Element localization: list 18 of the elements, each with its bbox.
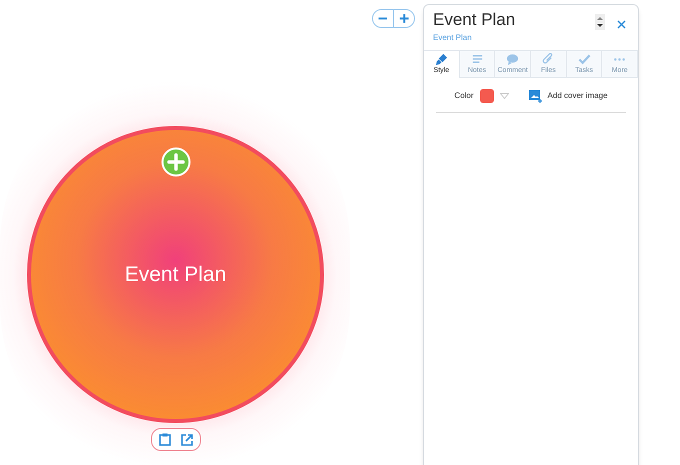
external-link-icon[interactable]: [181, 434, 193, 446]
speech-bubble-icon: [506, 53, 520, 66]
panel-title: Event Plan: [433, 9, 516, 31]
checkmark-icon: [578, 53, 591, 66]
sort-arrows-icon[interactable]: [595, 14, 605, 30]
node-label: Event Plan: [124, 262, 226, 288]
add-icon[interactable]: [161, 147, 191, 177]
breadcrumb-link[interactable]: Event Plan: [433, 32, 595, 44]
mind-map-node[interactable]: Event Plan: [27, 126, 324, 423]
lines-icon: [470, 53, 484, 66]
close-icon[interactable]: [617, 20, 626, 29]
image-add-icon[interactable]: [528, 90, 542, 102]
paperclip-icon: [542, 53, 555, 66]
clipboard-icon[interactable]: [159, 433, 171, 446]
color-label: Color: [454, 90, 474, 102]
color-swatch[interactable]: [480, 89, 494, 103]
paintbrush-icon: [434, 53, 448, 66]
add-cover-image-link[interactable]: Add cover image: [548, 90, 608, 102]
